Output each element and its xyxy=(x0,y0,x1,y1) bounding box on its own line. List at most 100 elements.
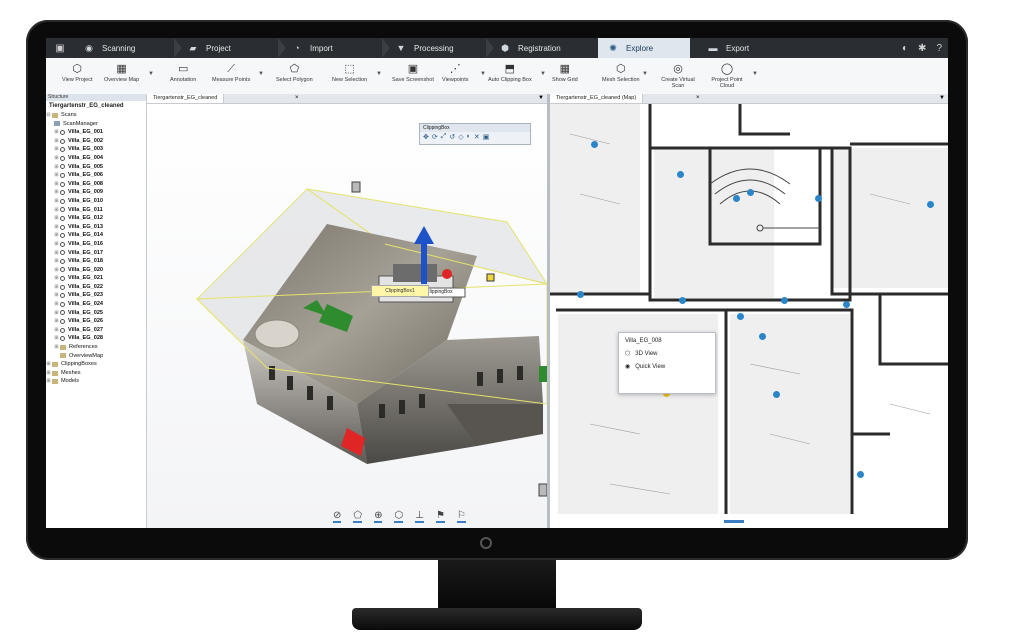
invert-icon[interactable]: ◐ xyxy=(467,133,471,141)
chevron-down-icon[interactable]: ▼ xyxy=(376,71,382,77)
tree-item-scan[interactable]: ⊞ Villa_EG_008 xyxy=(46,180,146,189)
close-icon[interactable]: × xyxy=(295,94,299,103)
flag-icon[interactable]: ⚑ xyxy=(435,510,445,523)
expand-icon[interactable]: ⊞ xyxy=(54,343,59,352)
scan-point[interactable] xyxy=(677,171,684,178)
point-size-icon[interactable]: ⊥ xyxy=(415,510,424,523)
auto-clipping-box-button[interactable]: ⬒ Auto Clipping Box xyxy=(488,61,532,93)
expand-icon[interactable]: ⊞ xyxy=(54,163,59,172)
tree-item-scan[interactable]: ⊞ Villa_EG_020 xyxy=(46,266,146,275)
expand-icon[interactable]: ⊞ xyxy=(54,317,59,326)
expand-icon[interactable]: ⊞ xyxy=(54,214,59,223)
create-virtual-scan-button[interactable]: ◎ Create Virtual Scan xyxy=(658,61,698,93)
floor-plan[interactable] xyxy=(550,104,948,528)
expand-icon[interactable]: ⊞ xyxy=(46,369,51,378)
chevron-down-icon[interactable]: ▼ xyxy=(538,94,544,103)
scan-point[interactable] xyxy=(781,297,788,304)
gear-icon[interactable]: ✱ xyxy=(918,43,926,54)
expand-icon[interactable]: ⊞ xyxy=(54,223,59,232)
expand-icon[interactable]: ⊞ xyxy=(54,266,59,275)
tree-item-scan[interactable]: ⊞ Villa_EG_026 xyxy=(46,317,146,326)
expand-icon[interactable]: ⊞ xyxy=(54,188,59,197)
tree-item-scan[interactable]: ⊞ Villa_EG_021 xyxy=(46,274,146,283)
tree-item-scan[interactable]: ⊞ Villa_EG_017 xyxy=(46,249,146,258)
measure-points-button[interactable]: ⟋ Measure Points xyxy=(212,61,250,93)
new-selection-button[interactable]: ⬚ New Selection xyxy=(332,61,367,93)
perspective-icon[interactable]: ⬠ xyxy=(353,510,363,523)
tree-item-scanmanager[interactable]: ScanManager xyxy=(46,120,146,129)
tab-registration[interactable]: ⬢ Registration xyxy=(498,38,561,58)
select-polygon-button[interactable]: ⬠ Select Polygon xyxy=(276,61,313,93)
popup-quick-view[interactable]: ◉ Quick View xyxy=(619,360,715,373)
tree-item-scan[interactable]: ⊞ Villa_EG_010 xyxy=(46,197,146,206)
popup-3d-view[interactable]: ⬡ 3D View xyxy=(619,347,715,360)
tree-item-scan[interactable]: ⊞ Villa_EG_012 xyxy=(46,214,146,223)
expand-icon[interactable]: ⊞ xyxy=(54,274,59,283)
tab-export[interactable]: ▬ Export xyxy=(706,38,750,58)
tab-import[interactable]: ◔ Import xyxy=(290,38,332,58)
reset-icon[interactable]: ↺ xyxy=(449,133,455,141)
rotate-icon[interactable]: ⟳ xyxy=(432,133,438,141)
tree-item-scan[interactable]: ⊞ Villa_EG_016 xyxy=(46,240,146,249)
annotation-button[interactable]: ▭ Annotation xyxy=(170,61,196,93)
tree-item-scan[interactable]: ⊞ Villa_EG_022 xyxy=(46,283,146,292)
expand-icon[interactable]: ⊞ xyxy=(54,206,59,215)
chevron-down-icon[interactable]: ▼ xyxy=(642,71,648,77)
navigation-mode-icon[interactable]: ⊘ xyxy=(333,510,342,523)
tree-item-scan[interactable]: ⊞ Villa_EG_023 xyxy=(46,291,146,300)
tree-item-scan[interactable]: ⊞ Villa_EG_005 xyxy=(46,163,146,172)
view-map[interactable]: Villa_EG_008 ⬡ 3D View ◉ Quick View xyxy=(550,104,948,528)
tab-explore[interactable]: ✺ Explore xyxy=(598,38,690,58)
tree-item-scan[interactable]: ⊞ Villa_EG_002 xyxy=(46,137,146,146)
project-point-cloud-button[interactable]: ◯ Project Point Cloud xyxy=(706,61,748,93)
expand-icon[interactable]: ⊞ xyxy=(54,249,59,258)
tree-item-clippingboxes[interactable]: ⊞ ClippingBoxes xyxy=(46,360,146,369)
chevron-down-icon[interactable]: ▼ xyxy=(148,71,154,77)
tree-item-scan[interactable]: ⊞ Villa_EG_025 xyxy=(46,309,146,318)
close-icon[interactable]: × xyxy=(696,94,700,103)
scan-point[interactable] xyxy=(679,297,686,304)
clip-handle-top[interactable] xyxy=(351,181,361,193)
expand-icon[interactable]: ⊞ xyxy=(54,171,59,180)
tab-project[interactable]: ▰ Project xyxy=(186,38,231,58)
scan-point[interactable] xyxy=(591,141,598,148)
expand-icon[interactable]: ⊞ xyxy=(54,240,59,249)
tree-item-scan[interactable]: ⊞ Villa_EG_004 xyxy=(46,154,146,163)
lock-icon[interactable]: ▣ xyxy=(483,133,490,141)
tree-item-scan[interactable]: ⊞ Villa_EG_009 xyxy=(46,188,146,197)
expand-icon[interactable]: ⊞ xyxy=(54,300,59,309)
tree-item-scan[interactable]: ⊞ Villa_EG_006 xyxy=(46,171,146,180)
scale-handle[interactable] xyxy=(486,273,495,282)
globe-icon[interactable]: ◐ xyxy=(902,43,908,54)
expand-icon[interactable]: ⊞ xyxy=(54,291,59,300)
overview-map-button[interactable]: ▦ Overview Map xyxy=(104,61,139,93)
expand-icon[interactable]: ⊞ xyxy=(54,257,59,266)
chevron-down-icon[interactable]: ▼ xyxy=(939,94,945,103)
tree-item-scan[interactable]: ⊞ Villa_EG_011 xyxy=(46,206,146,215)
tree-item-overviewmap[interactable]: OverviewMap xyxy=(46,352,146,361)
expand-icon[interactable]: ⊞ xyxy=(54,128,59,137)
scan-point[interactable] xyxy=(737,313,744,320)
clip-handle-bottom[interactable] xyxy=(538,483,548,497)
rotate-handle[interactable] xyxy=(442,269,452,279)
scan-point[interactable] xyxy=(747,189,754,196)
viewpoints-button[interactable]: ⋰ Viewpoints xyxy=(442,61,469,93)
view-project-button[interactable]: ⬡ View Project xyxy=(62,61,92,93)
tree-item-scan[interactable]: ⊞ Villa_EG_024 xyxy=(46,300,146,309)
tree-item-scan[interactable]: ⊞ Villa_EG_027 xyxy=(46,326,146,335)
view-cube-icon[interactable]: ⬡ xyxy=(394,510,404,523)
app-menu-icon[interactable]: ▣ xyxy=(50,38,70,58)
expand-icon[interactable]: ⊞ xyxy=(54,154,59,163)
tree-item-scans[interactable]: ⊟ Scans xyxy=(46,111,146,120)
tree-item-scan[interactable]: ⊞ Villa_EG_014 xyxy=(46,231,146,240)
zoom-icon[interactable]: ⊕ xyxy=(374,510,383,523)
scan-point[interactable] xyxy=(857,471,864,478)
show-grid-button[interactable]: ▦ Show Grid xyxy=(552,61,578,93)
scan-point[interactable] xyxy=(773,391,780,398)
tab-map-view[interactable]: Tiergartenstr_EG_cleaned (Map) xyxy=(550,94,644,103)
scan-point[interactable] xyxy=(733,195,740,202)
tree-item-scan[interactable]: ⊞ Villa_EG_028 xyxy=(46,334,146,343)
expand-icon[interactable]: ⊞ xyxy=(54,231,59,240)
mesh-selection-button[interactable]: ⬡ Mesh Selection xyxy=(602,61,640,93)
tree-item-scan[interactable]: ⊞ Villa_EG_001 xyxy=(46,128,146,137)
